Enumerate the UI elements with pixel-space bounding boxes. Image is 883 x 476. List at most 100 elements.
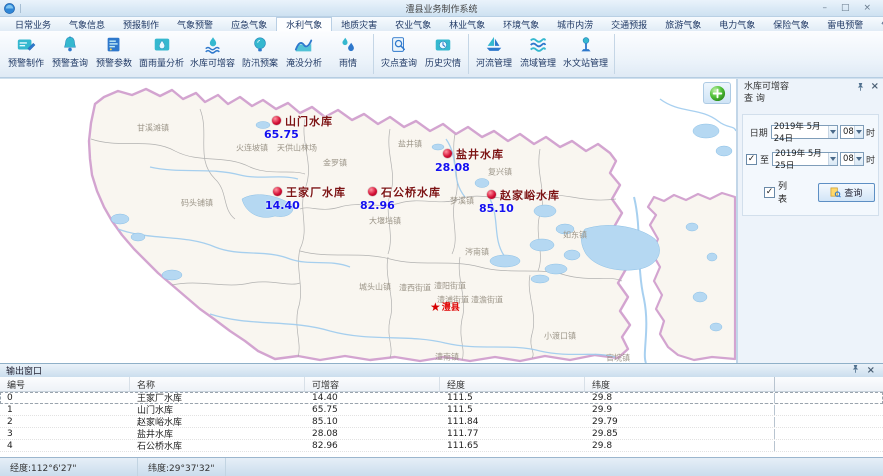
town-label: 涔南镇 [465, 247, 489, 258]
toolbar-button[interactable]: 水文站管理 [560, 31, 611, 77]
to-hour-select[interactable]: 08 [840, 152, 864, 166]
reservoir-dot-icon [368, 187, 377, 196]
grid-column-header[interactable]: 经度 [440, 377, 585, 391]
close-button[interactable]: × [863, 3, 871, 13]
menu-tab-label: 预报制作 [123, 18, 159, 31]
menu-tab[interactable]: 旅游气象 [656, 17, 710, 31]
town-label: 大堰垱镇 [369, 216, 401, 227]
cell-id: 2 [0, 417, 130, 427]
menu-tab[interactable]: 保险气象 [764, 17, 818, 31]
grid-column-header[interactable]: 编号 [0, 377, 130, 391]
menu-tab-label: 气象预警 [177, 18, 213, 31]
cell-id: 4 [0, 441, 130, 451]
county-seat-label: 澧县 [442, 300, 460, 313]
toolbar-button-label: 预警制作 [8, 56, 44, 69]
to-label: 至 [760, 153, 769, 166]
toolbar-button-label: 面雨量分析 [139, 56, 184, 69]
inundation-icon [294, 34, 314, 55]
panel-close-icon[interactable]: × [867, 366, 875, 375]
town-label: 小渡口镇 [544, 331, 576, 342]
pin-icon[interactable] [856, 82, 865, 95]
town-label: 码头铺镇 [181, 198, 213, 209]
menu-tab[interactable]: 日常业务 [6, 17, 60, 31]
grid-column-header[interactable]: 名称 [130, 377, 305, 391]
menu-tab[interactable]: 气象信息 [60, 17, 114, 31]
menu-tab[interactable]: 地质灾害 [332, 17, 386, 31]
status-latitude: 纬度:29°37'32" [138, 458, 226, 476]
reservoir-value: 85.10 [479, 202, 514, 215]
grid-column-header[interactable]: 纬度 [585, 377, 775, 391]
toolbar-button[interactable]: 历史灾情 [421, 31, 465, 77]
menu-tab[interactable]: 林业气象 [440, 17, 494, 31]
menu-tab[interactable]: 雷电预警 [818, 17, 872, 31]
town-label: 官垸镇 [606, 353, 630, 364]
menu-tab[interactable]: 预报制作 [114, 17, 168, 31]
grid-column-header[interactable]: 可增容 [305, 377, 440, 391]
toolbar-button[interactable]: 预警参数 [92, 31, 136, 77]
town-label: 澧西街道 [399, 283, 431, 294]
reservoir-dot-icon [273, 187, 282, 196]
toolbar-button[interactable]: 水库可增容 [187, 31, 238, 77]
toolbar-button-label: 预警参数 [96, 56, 132, 69]
cell-capacity: 82.96 [305, 441, 440, 451]
reservoir-value: 82.96 [360, 199, 395, 212]
menu-tab-label: 地质灾害 [341, 18, 377, 31]
area-rainfall-icon [152, 34, 172, 55]
menu-tab-label: 农业气象 [395, 18, 431, 31]
menu-tab-label: 城市内涝 [557, 18, 593, 31]
hour-select[interactable]: 08 [840, 125, 864, 139]
menu-tab[interactable]: 应急气象 [222, 17, 276, 31]
toolbar-button[interactable]: 面雨量分析 [136, 31, 187, 77]
toolbar-button[interactable]: 淹没分析 [282, 31, 326, 77]
cell-capacity: 14.40 [305, 393, 440, 403]
to-date-select[interactable]: 2019年 5月25日 [772, 152, 838, 166]
chevron-down-icon[interactable] [828, 126, 837, 138]
window-title: 澧县业务制作系统 [0, 2, 883, 15]
map-add-button[interactable] [703, 82, 731, 104]
query-button[interactable]: 查询 [818, 183, 875, 202]
toolbar-button[interactable]: 灾点查询 [377, 31, 421, 77]
menu-tab[interactable]: 环境气象 [494, 17, 548, 31]
toolbar-button[interactable]: 雨情 [326, 31, 370, 77]
toolbar-button[interactable]: 预警查询 [48, 31, 92, 77]
status-longitude: 经度:112°6'27" [0, 458, 138, 476]
chevron-down-icon[interactable] [854, 126, 863, 138]
town-label: 梦溪镇 [450, 196, 474, 207]
toolbar-button[interactable]: 预警制作 [4, 31, 48, 77]
toolbar-button[interactable]: 河流管理 [472, 31, 516, 77]
toolbar-button[interactable]: 流域管理 [516, 31, 560, 77]
toolbar-separator [468, 34, 469, 74]
menu-tab[interactable]: 农业气象 [386, 17, 440, 31]
menu-tab[interactable]: 气象预警 [168, 17, 222, 31]
cell-capacity: 85.10 [305, 417, 440, 427]
panel-close-icon[interactable]: × [871, 82, 879, 91]
chevron-down-icon[interactable] [854, 153, 863, 165]
town-label: 澧南镇 [435, 352, 459, 363]
hydro-station-icon [576, 34, 596, 55]
pin-icon[interactable] [851, 364, 860, 377]
output-panel-title: 输出窗口 [6, 364, 42, 377]
map-canvas[interactable]: 甘溪滩镇 火连坡镇 天供山林场 金罗镇 盐井镇 复兴镇 码头铺镇 梦溪镇 大堰垱… [0, 79, 736, 363]
minimize-button[interactable]: – [822, 3, 827, 13]
town-label: 如东镇 [563, 230, 587, 241]
menu-tab[interactable]: 电力气象 [710, 17, 764, 31]
rain-drops-icon [338, 34, 358, 55]
to-checkbox[interactable]: ✓ [746, 154, 757, 165]
disaster-search-icon [389, 34, 409, 55]
town-label: 火连坡镇 [236, 143, 268, 154]
toolbar-separator [373, 34, 374, 74]
cell-id: 1 [0, 405, 130, 415]
list-checkbox[interactable]: ✓ [764, 187, 775, 198]
cell-longitude: 111.5 [440, 405, 585, 415]
cell-capacity: 28.08 [305, 429, 440, 439]
toolbar-button[interactable]: 防汛预案 [238, 31, 282, 77]
chevron-down-icon[interactable] [828, 153, 837, 165]
table-row[interactable]: 4 石公桥水库 82.96 111.65 29.8 [0, 440, 883, 452]
menu-tab[interactable]: 气象指数 [872, 17, 883, 31]
date-select[interactable]: 2019年 5月24日 [771, 125, 838, 139]
menu-tab[interactable]: 城市内涝 [548, 17, 602, 31]
menu-tab[interactable]: 交通预报 [602, 17, 656, 31]
maximize-button[interactable]: □ [841, 3, 850, 13]
menu-tab[interactable]: 水利气象 [276, 17, 332, 31]
toolbar-button-label: 流域管理 [520, 56, 556, 69]
